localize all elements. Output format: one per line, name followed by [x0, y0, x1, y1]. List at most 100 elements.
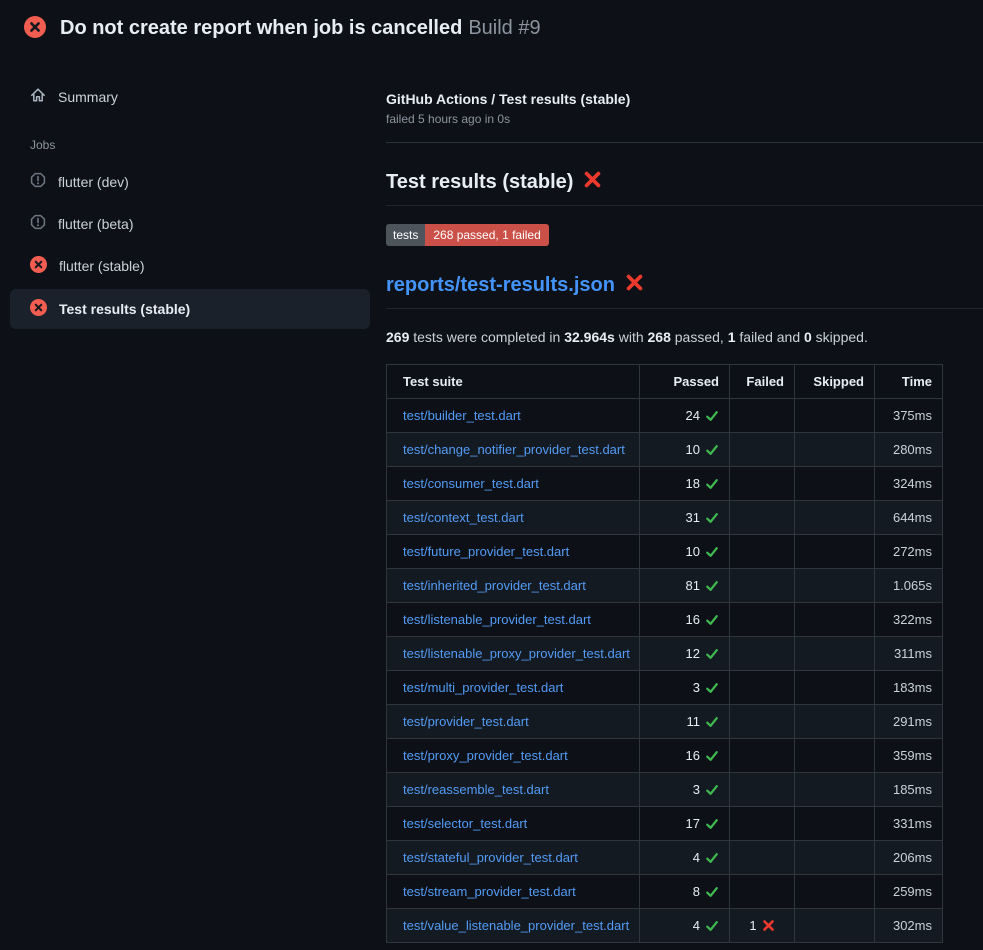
- test-suite-link[interactable]: test/stateful_provider_test.dart: [403, 850, 578, 865]
- test-suite-link[interactable]: test/context_test.dart: [403, 510, 524, 525]
- stop-icon: [30, 214, 46, 233]
- cell-test-suite: test/value_listenable_provider_test.dart: [387, 909, 640, 943]
- count-value: 24: [686, 408, 700, 423]
- cell-skipped: [795, 569, 875, 603]
- table-row: test/future_provider_test.dart10 272ms: [387, 535, 943, 569]
- cell-skipped: [795, 637, 875, 671]
- test-suite-link[interactable]: test/value_listenable_provider_test.dart: [403, 918, 629, 933]
- cell-passed: 4: [640, 841, 730, 875]
- section-heading-report-file: reports/test-results.json: [386, 273, 983, 309]
- summary-line: 269 tests were completed in 32.964s with…: [386, 329, 983, 345]
- check-icon: [705, 409, 719, 423]
- run-meta: failed 5 hours ago in 0s: [386, 112, 983, 126]
- sidebar-item-flutter-stable[interactable]: flutter (stable): [10, 246, 370, 286]
- cell-test-suite: test/future_provider_test.dart: [387, 535, 640, 569]
- cell-passed: 10: [640, 433, 730, 467]
- check-icon: [705, 511, 719, 525]
- cell-passed: 81: [640, 569, 730, 603]
- test-suite-link[interactable]: test/builder_test.dart: [403, 408, 521, 423]
- cell-time: 359ms: [875, 739, 943, 773]
- report-file-link[interactable]: reports/test-results.json: [386, 274, 615, 297]
- table-row: test/builder_test.dart24 375ms: [387, 399, 943, 433]
- sidebar-item-label: Test results (stable): [59, 301, 190, 317]
- cell-skipped: [795, 501, 875, 535]
- section-heading-test-results: Test results (stable): [386, 170, 983, 206]
- run-name: Do not create report when job is cancell…: [60, 17, 462, 39]
- cell-passed: 18: [640, 467, 730, 501]
- cell-skipped: [795, 467, 875, 501]
- test-suite-link[interactable]: test/inherited_provider_test.dart: [403, 578, 586, 593]
- sidebar: Summary Jobs flutter (dev): [0, 55, 380, 332]
- summary-segment: 268: [648, 329, 671, 345]
- count-value: 16: [686, 612, 700, 627]
- table-header-row: Test suite Passed Failed Skipped Time: [387, 365, 943, 399]
- count-with-icon: 3: [693, 680, 719, 695]
- cell-time: 183ms: [875, 671, 943, 705]
- cell-test-suite: test/change_notifier_provider_test.dart: [387, 433, 640, 467]
- table-row: test/multi_provider_test.dart 3 183ms: [387, 671, 943, 705]
- cell-passed: 16: [640, 739, 730, 773]
- test-suite-link[interactable]: test/selector_test.dart: [403, 816, 527, 831]
- cell-passed: 16: [640, 603, 730, 637]
- cell-failed: [730, 671, 795, 705]
- count-with-icon: 16: [686, 612, 719, 627]
- test-suite-link[interactable]: test/provider_test.dart: [403, 714, 529, 729]
- cell-time: 185ms: [875, 773, 943, 807]
- test-suite-link[interactable]: test/reassemble_test.dart: [403, 782, 549, 797]
- test-suite-link[interactable]: test/consumer_test.dart: [403, 476, 539, 491]
- check-icon: [705, 647, 719, 661]
- cross-icon: [762, 919, 775, 932]
- test-suite-link[interactable]: test/stream_provider_test.dart: [403, 884, 576, 899]
- test-suite-link[interactable]: test/future_provider_test.dart: [403, 544, 569, 559]
- cell-time: 272ms: [875, 535, 943, 569]
- test-suite-link[interactable]: test/listenable_proxy_provider_test.dart: [403, 646, 630, 661]
- check-icon: [705, 545, 719, 559]
- check-icon: [705, 443, 719, 457]
- build-number: Build #9: [468, 17, 540, 39]
- sidebar-item-summary[interactable]: Summary: [10, 77, 370, 116]
- cell-passed: 4: [640, 909, 730, 943]
- count-value: 16: [686, 748, 700, 763]
- column-header-time: Time: [875, 365, 943, 399]
- check-icon: [705, 783, 719, 797]
- summary-segment: failed and: [736, 329, 805, 345]
- count-with-icon: 12: [686, 646, 719, 661]
- stop-icon: [30, 172, 46, 191]
- cell-test-suite: test/reassemble_test.dart: [387, 773, 640, 807]
- count-with-icon: 1: [749, 918, 774, 933]
- badge-label: tests: [386, 224, 425, 246]
- count-value: 11: [687, 714, 701, 729]
- test-suite-link[interactable]: test/proxy_provider_test.dart: [403, 748, 568, 763]
- cell-skipped: [795, 773, 875, 807]
- summary-segment: skipped.: [812, 329, 868, 345]
- count-value: 8: [693, 884, 700, 899]
- cell-time: 644ms: [875, 501, 943, 535]
- count-with-icon: 4: [693, 918, 719, 933]
- count-value: 4: [693, 850, 700, 865]
- count-with-icon: 81: [686, 578, 719, 593]
- cell-skipped: [795, 399, 875, 433]
- table-row: test/reassemble_test.dart3 185ms: [387, 773, 943, 807]
- cell-test-suite: test/proxy_provider_test.dart: [387, 739, 640, 773]
- sidebar-item-flutter-beta[interactable]: flutter (beta): [10, 204, 370, 243]
- sidebar-item-label: flutter (dev): [58, 174, 129, 190]
- cell-failed: [730, 433, 795, 467]
- test-suite-link[interactable]: test/multi_provider_test.dart: [403, 680, 563, 695]
- cell-time: 206ms: [875, 841, 943, 875]
- check-icon: [705, 749, 719, 763]
- test-suite-link[interactable]: test/listenable_provider_test.dart: [403, 612, 591, 627]
- test-suite-link[interactable]: test/change_notifier_provider_test.dart: [403, 442, 625, 457]
- sidebar-item-test-results-stable[interactable]: Test results (stable): [10, 289, 370, 329]
- count-value: 4: [693, 918, 700, 933]
- count-value: 3: [693, 680, 700, 695]
- divider: [386, 142, 983, 143]
- cell-skipped: [795, 739, 875, 773]
- count-value: 12: [686, 646, 700, 661]
- count-with-icon: 16: [686, 748, 719, 763]
- check-icon: [705, 885, 719, 899]
- sidebar-item-flutter-dev[interactable]: flutter (dev): [10, 162, 370, 201]
- cell-time: 322ms: [875, 603, 943, 637]
- check-icon: [705, 715, 719, 729]
- table-row: test/context_test.dart31 644ms: [387, 501, 943, 535]
- count-with-icon: 18: [686, 476, 719, 491]
